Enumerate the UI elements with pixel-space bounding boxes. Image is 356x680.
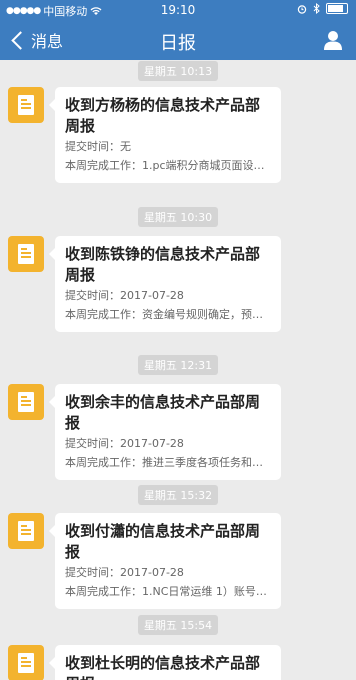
- report-summary: 本周完成工作：推进三季度各项任务和…: [65, 456, 263, 469]
- report-title: 收到杜长明的信息技术产品部周报: [65, 654, 261, 680]
- report-title: 收到方杨杨的信息技术产品部周报: [65, 96, 261, 135]
- submit-time: 提交时间：2017-07-28: [65, 566, 184, 579]
- status-bar: ●●●●● 中国移动 19:10: [0, 0, 356, 20]
- message-timestamp: 星期五 10:13: [0, 60, 356, 81]
- message-timestamp: 星期五 12:31: [0, 354, 356, 375]
- bluetooth-icon: [313, 3, 320, 14]
- report-card[interactable]: 收到付瀟的信息技术产品部周报 提交时间：2017-07-28 本周完成工作：1.…: [49, 513, 281, 609]
- report-app-icon: [8, 513, 44, 549]
- report-card[interactable]: 收到方杨杨的信息技术产品部周报 提交时间：无 本周完成工作：1.pc端积分商城页…: [49, 87, 281, 183]
- user-profile-icon[interactable]: [324, 30, 342, 50]
- submit-time: 提交时间：无: [65, 140, 131, 153]
- message-timestamp: 星期五 15:54: [0, 614, 356, 635]
- report-app-icon: [8, 645, 44, 680]
- report-app-icon: [8, 236, 44, 272]
- report-card[interactable]: 收到杜长明的信息技术产品部周报: [49, 645, 281, 680]
- report-card[interactable]: 收到余丰的信息技术产品部周报 提交时间：2017-07-28 本周完成工作：推进…: [49, 384, 281, 480]
- nav-bar: 消息 日报: [0, 20, 356, 60]
- report-card[interactable]: 收到陈铁铮的信息技术产品部周报 提交时间：2017-07-28 本周完成工作：资…: [49, 236, 281, 332]
- alarm-icon: [297, 4, 307, 14]
- message-list[interactable]: 星期五 10:13 收到方杨杨的信息技术产品部周报 提交时间：无 本周完成工作：…: [0, 60, 356, 680]
- message-timestamp: 星期五 10:30: [0, 206, 356, 227]
- report-summary: 本周完成工作：资金编号规则确定，预…: [65, 308, 263, 321]
- submit-time: 提交时间：2017-07-28: [65, 437, 184, 450]
- report-summary: 本周完成工作：1.NC日常运维 1）账号…: [65, 585, 267, 598]
- report-title: 收到余丰的信息技术产品部周报: [65, 393, 261, 432]
- page-title: 日报: [160, 33, 196, 54]
- report-title: 收到陈铁铮的信息技术产品部周报: [65, 245, 261, 284]
- submit-time: 提交时间：2017-07-28: [65, 289, 184, 302]
- report-summary: 本周完成工作：1.pc端积分商城页面设计…: [65, 159, 271, 172]
- message-timestamp: 星期五 15:32: [0, 484, 356, 505]
- report-app-icon: [8, 87, 44, 123]
- report-title: 收到付瀟的信息技术产品部周报: [65, 522, 261, 561]
- battery-icon: [326, 3, 348, 14]
- report-app-icon: [8, 384, 44, 420]
